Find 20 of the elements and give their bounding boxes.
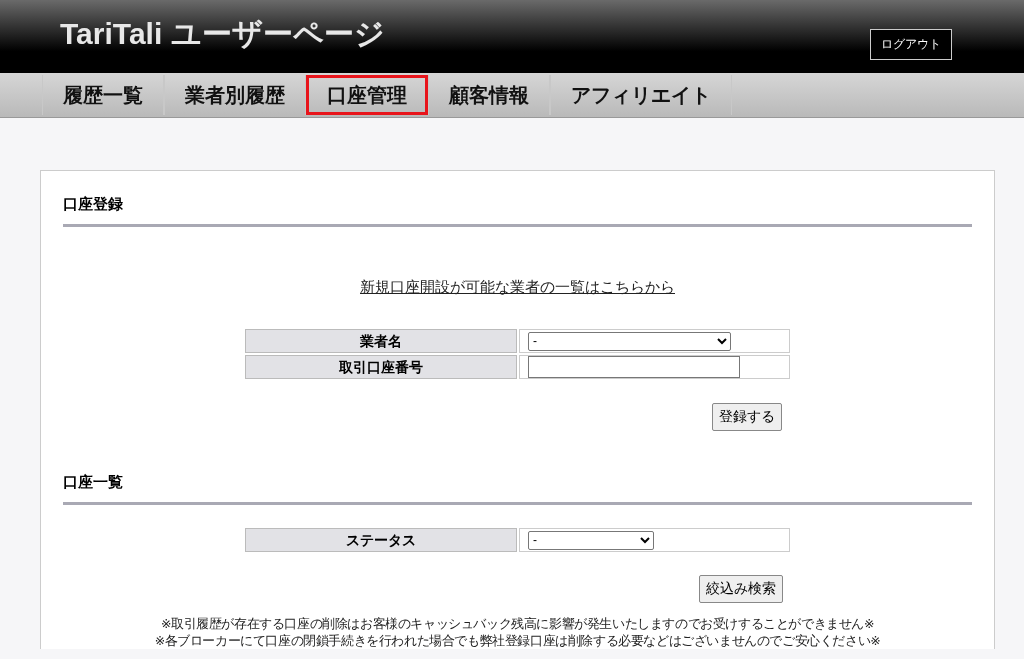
broker-list-link[interactable]: 新規口座開設が可能な業者の一覧はこちらから — [360, 278, 675, 296]
filter-search-button[interactable]: 絞込み検索 — [699, 575, 783, 603]
field-label: ステータス — [245, 528, 517, 552]
input-field[interactable] — [528, 356, 740, 378]
section-heading: 口座一覧 — [63, 465, 972, 505]
site-title: TariTali ユーザーページ — [60, 16, 385, 52]
field-label: 取引口座番号 — [245, 355, 517, 379]
dropdown[interactable]: - — [528, 331, 731, 351]
dropdown[interactable]: - — [528, 530, 654, 550]
nav-tab[interactable]: 履歴一覧 — [42, 75, 164, 115]
register-button[interactable]: 登録する — [712, 403, 782, 431]
field-label: 業者名 — [245, 329, 517, 353]
notice-text: ※取引履歴が存在する口座の削除はお客様のキャッシュバック残高に影響が発生いたしますのでお受けすることができません※ — [159, 615, 876, 632]
nav-tab[interactable]: 業者別履歴 — [164, 75, 306, 115]
nav-tab[interactable]: アフィリエイト — [550, 75, 732, 115]
section-heading: 口座登録 — [63, 187, 972, 227]
nav-tab[interactable]: 顧客情報 — [428, 75, 550, 115]
logout-button[interactable]: ログアウト — [870, 29, 952, 60]
nav-tab[interactable]: 口座管理 — [306, 75, 428, 115]
notice-text: ※各ブローカーにて口座の閉鎖手続きを行われた場合でも弊社登録口座は削除する必要などはございませんのでご安心ください※ — [153, 632, 882, 649]
